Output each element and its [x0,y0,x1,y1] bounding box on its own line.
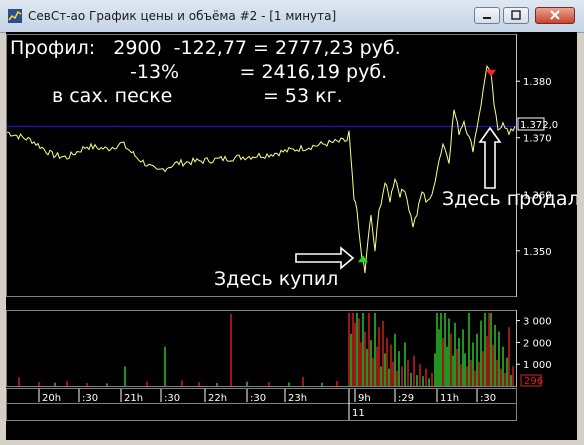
sold-arrow-icon [478,126,502,189]
sold-annotation: Здесь продал [442,188,577,210]
time-tick-label: 20h [42,393,61,404]
minimize-button[interactable] [474,7,500,24]
time-tick-label: :30 [250,393,266,404]
time-tick-label: :29 [398,393,414,404]
price-tick-label: 1.370 [523,134,552,145]
bought-annotation: Здесь купил [214,268,338,290]
profit-line-2: -13% = 2416,19 руб. [130,61,387,83]
window-title: СевСт-ао График цены и объёма #2 - [1 ми… [28,9,337,23]
volume-tick-label: 1 000 [523,360,552,371]
time-tick-label: :30 [164,393,180,404]
restore-icon [511,10,521,20]
profit-line-3: в сах. песке = 53 кг. [52,85,343,107]
time-tick-label: 11h [440,393,459,404]
profit-line-1: Профил: 2900 -122,77 = 2777,23 руб. [10,37,401,59]
app-window: СевСт-ао График цены и объёма #2 - [1 ми… [0,0,584,445]
day-label: 11 [352,408,365,419]
time-tick-label: 9h [358,393,371,404]
bought-arrow-icon [295,246,355,270]
time-tick-label: 21h [124,393,143,404]
time-tick-label: 22h [208,393,227,404]
time-tick-label: 23h [288,393,307,404]
chart-app-icon [8,9,22,23]
close-icon [550,10,560,20]
volume-panel-frame [6,310,517,387]
current-price-label: 1.372,0 [520,120,558,131]
close-button[interactable] [535,7,575,24]
chart-area[interactable]: 1.380 1.370 1.360 1.350 3 000 2 000 1 000 20h:3… [6,32,580,440]
volume-tick-label: 2 000 [523,338,552,349]
volume-tick-label: 3 000 [523,317,552,328]
title-bar[interactable]: СевСт-ао График цены и объёма #2 - [1 ми… [0,0,584,33]
current-volume-label: 296 [524,376,543,387]
restore-button[interactable] [503,7,529,24]
price-volume-chart[interactable]: 1.3801.3701.3601.3503 0002 0001 00020h:3… [6,32,580,440]
sell-marker-icon [486,69,496,77]
time-tick-label: :30 [82,393,98,404]
minimize-icon [483,17,491,19]
time-tick-label: :30 [480,393,496,404]
price-tick-label: 1.380 [523,77,552,88]
price-tick-label: 1.350 [523,247,552,258]
